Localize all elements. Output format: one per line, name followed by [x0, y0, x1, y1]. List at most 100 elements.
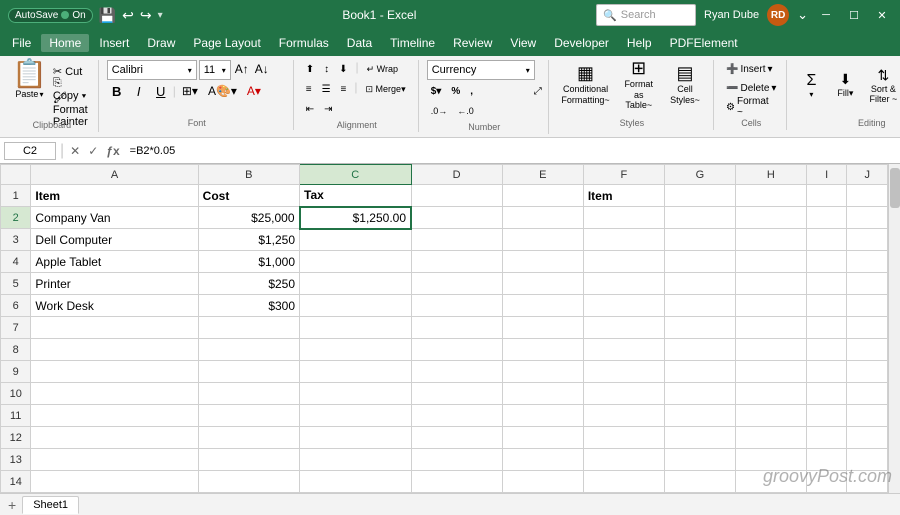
cell-d5[interactable]	[411, 273, 502, 295]
merge-button[interactable]: ⊡ Merge▾	[362, 80, 410, 98]
cell-j5[interactable]	[847, 273, 888, 295]
menu-timeline[interactable]: Timeline	[382, 34, 443, 52]
restore-button[interactable]: ☐	[844, 5, 864, 25]
cell-f1[interactable]: Item	[583, 185, 664, 207]
cell-b2[interactable]: $25,000	[198, 207, 299, 229]
currency-button[interactable]: $▾	[427, 82, 446, 100]
menu-file[interactable]: File	[4, 34, 39, 52]
col-header-g[interactable]: G	[664, 165, 735, 185]
cell-h1[interactable]	[735, 185, 806, 207]
formula-input[interactable]	[126, 143, 896, 159]
cell-a7[interactable]	[31, 317, 198, 339]
align-bottom-button[interactable]: ⬇	[335, 60, 351, 78]
row-header-10[interactable]: 10	[1, 383, 31, 405]
cell-j1[interactable]	[847, 185, 888, 207]
cell-b6[interactable]: $300	[198, 295, 299, 317]
font-name-selector[interactable]: Calibri ▾	[107, 60, 197, 80]
menu-help[interactable]: Help	[619, 34, 660, 52]
number-expand[interactable]: ⤢	[534, 86, 542, 97]
row-header-12[interactable]: 12	[1, 427, 31, 449]
format-painter-button[interactable]: 🖌 Format Painter	[49, 100, 92, 118]
cancel-formula-icon[interactable]: ✕	[68, 142, 82, 160]
col-header-b[interactable]: B	[198, 165, 299, 185]
row-header-9[interactable]: 9	[1, 361, 31, 383]
minimize-button[interactable]: ─	[816, 5, 836, 25]
cell-i3[interactable]	[806, 229, 847, 251]
cell-g3[interactable]	[664, 229, 735, 251]
cell-d2[interactable]	[411, 207, 502, 229]
bold-button[interactable]: B	[107, 82, 127, 100]
menu-view[interactable]: View	[502, 34, 544, 52]
cell-f5[interactable]	[583, 273, 664, 295]
vertical-scrollbar[interactable]	[888, 164, 900, 493]
row-header-1[interactable]: 1	[1, 185, 31, 207]
row-header-2[interactable]: 2	[1, 207, 31, 229]
format-button[interactable]: ⚙ Format ~	[722, 98, 780, 116]
cell-b3[interactable]: $1,250	[198, 229, 299, 251]
indent-inc-button[interactable]: ⇥	[320, 100, 336, 118]
percent-button[interactable]: %	[447, 82, 464, 100]
cell-i6[interactable]	[806, 295, 847, 317]
cell-h4[interactable]	[735, 251, 806, 273]
select-all-button[interactable]	[1, 165, 31, 185]
col-header-h[interactable]: H	[735, 165, 806, 185]
autosave-toggle[interactable]: AutoSave On	[8, 8, 93, 23]
search-box[interactable]: 🔍 Search	[596, 4, 696, 26]
row-header-14[interactable]: 14	[1, 471, 31, 493]
border-button[interactable]: ⊞▾	[178, 82, 202, 100]
cell-i5[interactable]	[806, 273, 847, 295]
cell-a6[interactable]: Work Desk	[31, 295, 198, 317]
cell-d1[interactable]	[411, 185, 502, 207]
comma-button[interactable]: ,	[466, 82, 477, 100]
row-header-4[interactable]: 4	[1, 251, 31, 273]
cell-g2[interactable]	[664, 207, 735, 229]
menu-draw[interactable]: Draw	[139, 34, 183, 52]
cell-c3[interactable]	[300, 229, 412, 251]
cell-c2[interactable]: $1,250.00	[300, 207, 412, 229]
cell-d6[interactable]	[411, 295, 502, 317]
font-increase-button[interactable]: A↑	[233, 60, 251, 80]
confirm-formula-icon[interactable]: ✓	[86, 142, 100, 160]
menu-page-layout[interactable]: Page Layout	[185, 34, 268, 52]
align-center-button[interactable]: ☰	[318, 80, 335, 98]
underline-button[interactable]: U	[151, 82, 171, 100]
col-header-a[interactable]: A	[31, 165, 198, 185]
undo-icon[interactable]: ↩	[122, 7, 134, 24]
cell-reference-box[interactable]: C2	[4, 142, 56, 160]
cell-f6[interactable]	[583, 295, 664, 317]
menu-home[interactable]: Home	[41, 34, 89, 52]
save-icon[interactable]: 💾	[99, 7, 116, 24]
ribbon-toggle[interactable]: ⌄	[797, 7, 808, 23]
autosum-button[interactable]: Σ ▾	[795, 60, 827, 110]
cell-c4[interactable]	[300, 251, 412, 273]
sort-filter-button[interactable]: ⇅ Sort & Filter ~	[863, 60, 900, 110]
row-header-7[interactable]: 7	[1, 317, 31, 339]
cell-i1[interactable]	[806, 185, 847, 207]
cell-j6[interactable]	[847, 295, 888, 317]
format-as-table-button[interactable]: ⊞ Format as Table~	[616, 60, 661, 110]
col-header-j[interactable]: J	[847, 165, 888, 185]
add-sheet-button[interactable]: +	[4, 497, 20, 513]
cell-styles-button[interactable]: ▤ Cell Styles~	[663, 60, 707, 110]
cell-a5[interactable]: Printer	[31, 273, 198, 295]
row-header-8[interactable]: 8	[1, 339, 31, 361]
cell-f2[interactable]	[583, 207, 664, 229]
paste-button[interactable]: 📋 Paste ▾	[12, 60, 47, 99]
cell-d4[interactable]	[411, 251, 502, 273]
cell-i2[interactable]	[806, 207, 847, 229]
cell-h6[interactable]	[735, 295, 806, 317]
cell-j4[interactable]	[847, 251, 888, 273]
sheet-tab-1[interactable]: Sheet1	[22, 496, 79, 514]
cell-c6[interactable]	[300, 295, 412, 317]
cell-e6[interactable]	[502, 295, 583, 317]
cell-j3[interactable]	[847, 229, 888, 251]
align-middle-button[interactable]: ↕	[320, 60, 333, 78]
font-color-button[interactable]: A▾	[243, 82, 265, 100]
cell-g1[interactable]	[664, 185, 735, 207]
cell-g4[interactable]	[664, 251, 735, 273]
insert-function-icon[interactable]: ƒx	[104, 142, 121, 160]
cell-e4[interactable]	[502, 251, 583, 273]
cell-i4[interactable]	[806, 251, 847, 273]
cell-b1[interactable]: Cost	[198, 185, 299, 207]
cell-a4[interactable]: Apple Tablet	[31, 251, 198, 273]
